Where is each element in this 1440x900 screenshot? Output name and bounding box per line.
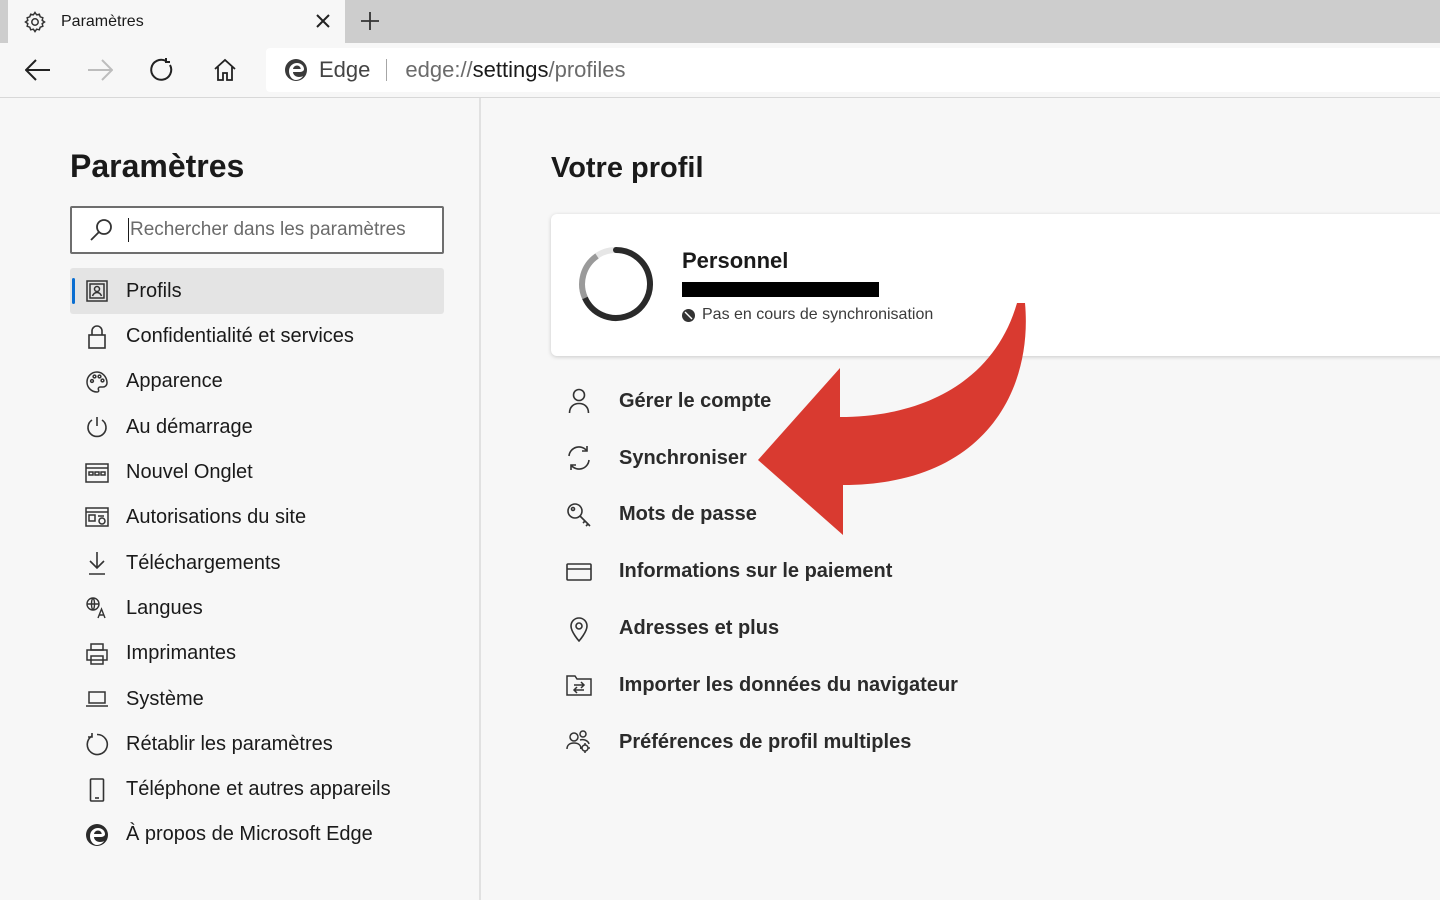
reset-icon [84, 731, 110, 757]
text-caret [128, 218, 129, 242]
phone-icon [84, 777, 110, 803]
edge-logo-icon [285, 59, 307, 81]
sidebar-item-systeme[interactable]: Système [70, 676, 444, 721]
sidebar-item-label: Système [126, 687, 204, 710]
sync-status-text: Pas en cours de synchronisation [702, 306, 934, 323]
sync-status: Pas en cours de synchronisation [682, 306, 933, 324]
sidebar-item-imprimantes[interactable]: Imprimantes [70, 631, 444, 676]
menu-item-adresses[interactable]: Adresses et plus [551, 600, 1071, 657]
sidebar-item-label: Imprimantes [126, 642, 237, 665]
key-icon [565, 501, 593, 529]
address-separator [386, 59, 388, 81]
location-pin-icon [565, 615, 593, 643]
menu-item-importer[interactable]: Importer les données du navigateur [551, 657, 1071, 714]
menu-item-synchroniser[interactable]: Synchroniser [551, 430, 1071, 487]
menu-item-label: Importer les données du navigateur [619, 673, 958, 696]
sidebar-divider [479, 98, 481, 900]
sidebar-item-telechargements[interactable]: Téléchargements [70, 540, 444, 585]
lock-icon [84, 324, 110, 350]
profile-menu: Gérer le compte Synchroniser Mots de pas… [551, 373, 1071, 771]
menu-item-mots-de-passe[interactable]: Mots de passe [551, 487, 1071, 544]
sidebar-item-confidentialite[interactable]: Confidentialité et services [70, 314, 444, 359]
site-permissions-icon [84, 505, 110, 531]
sync-off-icon [682, 308, 695, 322]
menu-item-label: Gérer le compte [619, 389, 772, 412]
menu-item-label: Préférences de profil multiples [619, 730, 912, 753]
address-bar[interactable]: Edge edge://settings/profiles [266, 48, 1440, 92]
profile-name: Personnel [682, 248, 789, 273]
profile-card-icon [84, 278, 110, 304]
sidebar-item-label: Profils [126, 279, 182, 302]
sidebar-item-label: Autorisations du site [126, 506, 307, 529]
menu-item-gerer-compte[interactable]: Gérer le compte [551, 373, 1071, 430]
url-prefix: edge:// [405, 57, 473, 82]
avatar [579, 247, 653, 321]
forward-button[interactable] [82, 53, 118, 87]
sidebar-item-nouvel-onglet[interactable]: Nouvel Onglet [70, 450, 444, 495]
printer-icon [84, 641, 110, 667]
sidebar-item-a-propos[interactable]: À propos de Microsoft Edge [70, 812, 444, 857]
sidebar-item-profils[interactable]: Profils [70, 268, 444, 314]
menu-item-profils-multiples[interactable]: Préférences de profil multiples [551, 714, 1071, 771]
download-icon [84, 550, 110, 576]
sidebar-item-label: Nouvel Onglet [126, 461, 253, 484]
sidebar-item-label: Téléchargements [126, 551, 281, 574]
settings-search[interactable] [70, 206, 444, 254]
edge-logo-icon [84, 822, 110, 848]
sidebar-item-label: Langues [126, 596, 203, 619]
refresh-button[interactable] [144, 53, 180, 87]
back-button[interactable] [20, 53, 56, 87]
multiple-profiles-icon [565, 728, 593, 756]
menu-item-label: Synchroniser [619, 446, 747, 469]
sidebar-item-apparence[interactable]: Apparence [70, 359, 444, 404]
page-title: Votre profil [551, 152, 704, 184]
menu-item-label: Adresses et plus [619, 617, 780, 640]
tab-settings[interactable]: Paramètres [8, 0, 345, 43]
sidebar-item-autorisations[interactable]: Autorisations du site [70, 495, 444, 540]
search-icon [90, 219, 112, 241]
languages-icon [84, 595, 110, 621]
url-path: /profiles [548, 57, 626, 82]
redacted-email [682, 282, 879, 297]
close-tab-icon[interactable] [309, 7, 337, 35]
sidebar-item-demarrage[interactable]: Au démarrage [70, 405, 444, 450]
import-icon [565, 671, 593, 699]
power-icon [84, 414, 110, 440]
sidebar-item-label: À propos de Microsoft Edge [126, 823, 373, 846]
sidebar-nav: Profils Confidentialité et services Appa… [70, 268, 444, 858]
new-tab-button[interactable] [354, 6, 386, 36]
new-tab-icon [84, 460, 110, 486]
sidebar-title: Paramètres [70, 148, 245, 184]
menu-item-label: Mots de passe [619, 503, 757, 526]
menu-item-paiement[interactable]: Informations sur le paiement [551, 543, 1071, 600]
tab-title: Paramètres [61, 12, 144, 30]
site-label: Edge [319, 57, 371, 82]
sidebar-item-telephone[interactable]: Téléphone et autres appareils [70, 767, 444, 812]
settings-sidebar: Paramètres Profils Confidentialité et se… [0, 98, 479, 900]
url-text: edge://settings/profiles [405, 57, 625, 83]
gear-icon [22, 9, 48, 35]
menu-item-label: Informations sur le paiement [619, 560, 893, 583]
sync-icon [565, 444, 593, 472]
sidebar-item-langues[interactable]: Langues [70, 586, 444, 631]
person-icon [565, 387, 593, 415]
laptop-icon [84, 686, 110, 712]
tab-strip: Paramètres [0, 0, 1440, 43]
sidebar-item-label: Rétablir les paramètres [126, 732, 333, 755]
profile-card: Personnel Pas en cours de synchronisatio… [551, 214, 1440, 356]
credit-card-icon [565, 558, 593, 586]
sidebar-item-retablir[interactable]: Rétablir les paramètres [70, 722, 444, 767]
home-button[interactable] [207, 53, 243, 87]
search-input[interactable] [130, 219, 430, 241]
sidebar-item-label: Confidentialité et services [126, 325, 354, 348]
url-host: settings [472, 57, 549, 82]
toolbar: Edge edge://settings/profiles [0, 43, 1440, 98]
palette-icon [84, 369, 110, 395]
sidebar-item-label: Apparence [126, 370, 223, 393]
sidebar-item-label: Au démarrage [126, 415, 253, 438]
sidebar-item-label: Téléphone et autres appareils [126, 778, 391, 801]
